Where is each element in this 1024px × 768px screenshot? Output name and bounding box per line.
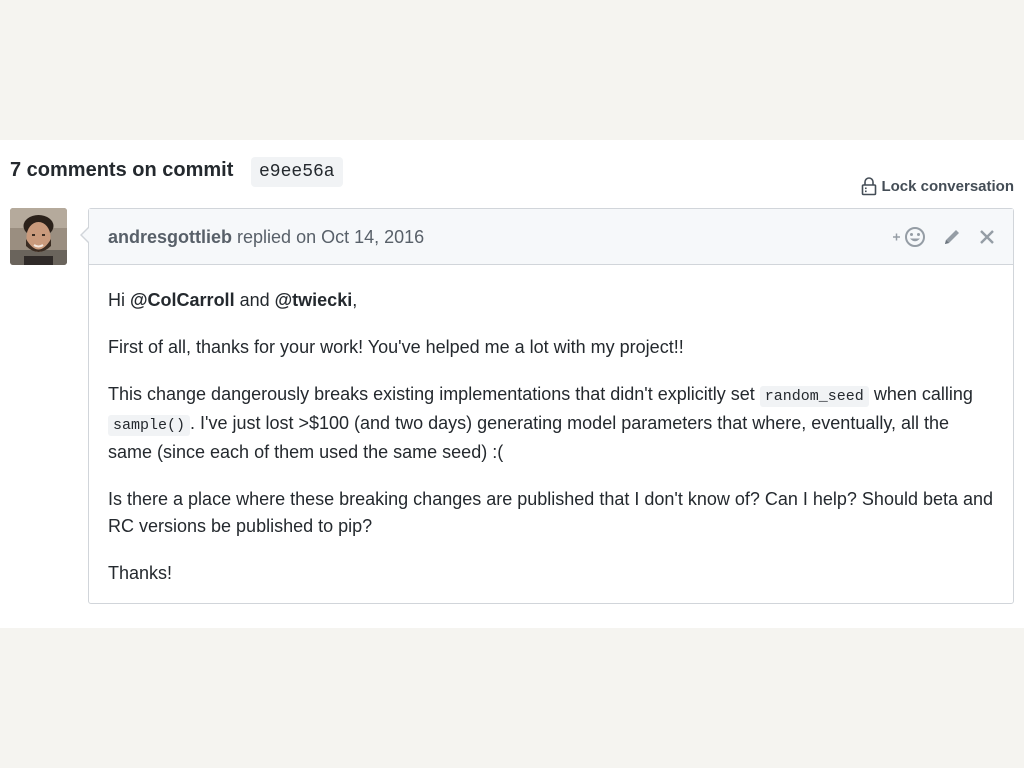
commit-comments-section: 7 comments on commit e9ee56a Lock conver… [0,140,1024,628]
comment-paragraph: Hi @ColCarroll and @twiecki, [108,287,994,314]
smiley-add-icon[interactable] [891,225,927,249]
greeting-comma: , [352,290,358,310]
inline-code: sample() [108,415,191,436]
comment-replied-on: replied on Oct 14, 2016 [237,227,425,247]
paragraph-text: This change dangerously breaks existing … [108,384,760,404]
paragraph-text: . I've just lost >$100 (and two days) ge… [108,413,950,462]
comment-actions [891,225,997,249]
avatar[interactable] [10,208,67,265]
paragraph-text: when calling [868,384,973,404]
comment-paragraph: This change dangerously breaks existing … [108,381,994,466]
comments-count-title: 7 comments on commit [10,159,234,181]
mention-link[interactable]: @ColCarroll [130,290,235,310]
comment-paragraph: Thanks! [108,563,173,583]
comment-meta: andresgottlieb replied on Oct 14, 2016 [108,227,424,248]
greeting-text: Hi [108,290,130,310]
comment-paragraph: First of all, thanks for your work! You'… [108,337,684,357]
lock-conversation-button[interactable]: Lock conversation [861,176,1014,196]
close-icon[interactable] [977,227,997,247]
commit-sha-link[interactable]: e9ee56a [251,157,343,187]
comment-author[interactable]: andresgottlieb [108,227,232,247]
comment-header: andresgottlieb replied on Oct 14, 2016 [89,209,1013,265]
lock-icon [861,176,877,196]
inline-code: random_seed [759,386,869,407]
comment-body: Hi @ColCarroll and @twiecki, First of al… [89,265,1013,587]
mention-link[interactable]: @twiecki [275,290,353,310]
pencil-icon[interactable] [941,226,963,248]
comment-box: andresgottlieb replied on Oct 14, 2016 H… [80,208,1014,604]
comment-paragraph: Is there a place where these breaking ch… [108,489,994,536]
greeting-conjunction: and [234,290,275,310]
lock-conversation-label: Lock conversation [881,177,1014,195]
